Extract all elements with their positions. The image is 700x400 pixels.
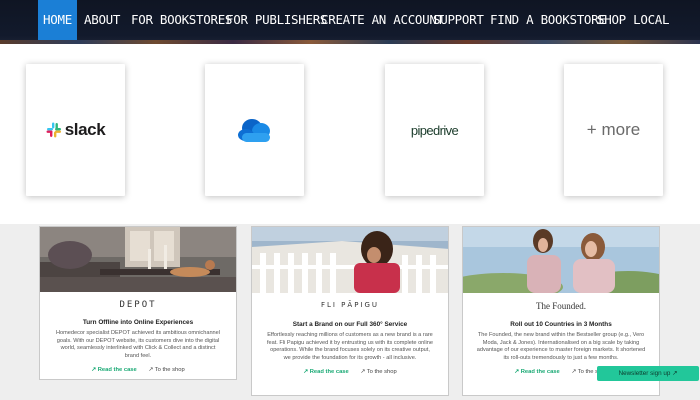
fli-papigu-content: FLI PĀPIGU Start a Brand on our Full 360… (252, 301, 448, 375)
slack-card[interactable]: slack (26, 64, 125, 196)
fli-papigu-brand: FLI PĀPIGU (320, 301, 380, 309)
pipedrive-wordmark: pipedrive (410, 122, 459, 138)
the-founded-headline: Roll out 10 Countries in 3 Months (510, 321, 612, 328)
depot-headline: Turn Offline into Online Experiences (82, 319, 194, 326)
top-navigation: HOME ABOUT FOR BOOKSTORES FOR PUBLISHERS… (0, 0, 700, 44)
nav-for-bookstores[interactable]: FOR BOOKSTORES (131, 0, 232, 40)
the-founded-image (463, 227, 659, 293)
fli-papigu-description: Effortlessly reaching millions of custom… (266, 332, 434, 361)
integrations-section: slack pipedrive + more (0, 44, 700, 224)
depot-links: ↗ Read the case ↗ To the shop (40, 367, 236, 373)
more-integrations-card[interactable]: + more (564, 64, 663, 196)
depot-brand: DEPOT (119, 300, 157, 310)
fli-papigu-image (252, 227, 448, 293)
more-label: + more (586, 120, 641, 139)
case-card-depot: DEPOT Turn Offline into Online Experienc… (39, 226, 237, 380)
the-founded-brand: The Founded. (536, 301, 586, 311)
onedrive-card[interactable] (205, 64, 304, 196)
the-founded-content: The Founded. Roll out 10 Countries in 3 … (463, 301, 659, 375)
slack-icon (46, 122, 61, 138)
nav-for-publishers[interactable]: FOR PUBLISHERS (226, 0, 327, 40)
fli-papigu-links: ↗ Read the case ↗ To the shop (252, 369, 448, 375)
slack-wordmark: slack (64, 120, 106, 139)
case-studies-section: DEPOT Turn Offline into Online Experienc… (0, 224, 700, 400)
depot-read-case-link[interactable]: ↗ Read the case (91, 367, 136, 373)
nav-create-account[interactable]: CREATE AN ACCOUNT (321, 0, 444, 40)
depot-shop-link[interactable]: ↗ To the shop (148, 367, 184, 373)
the-founded-description: The Founded, the new brand within the Be… (476, 332, 646, 361)
fli-papigu-read-case-link[interactable]: ↗ Read the case (303, 369, 348, 375)
case-card-fli-papigu: FLI PĀPIGU Start a Brand on our Full 360… (251, 226, 449, 396)
newsletter-signup-button[interactable]: Newsletter sign up ↗ (597, 366, 699, 381)
depot-content: DEPOT Turn Offline into Online Experienc… (40, 300, 236, 373)
fli-papigu-headline: Start a Brand on our Full 360° Service (292, 321, 408, 328)
nav-find-bookstore[interactable]: FIND A BOOKSTORE (490, 0, 606, 40)
onedrive-cloud-icon (237, 119, 270, 142)
nav-support[interactable]: SUPPORT (433, 0, 484, 40)
the-founded-read-case-link[interactable]: ↗ Read the case (514, 369, 559, 375)
pipedrive-card[interactable]: pipedrive (385, 64, 484, 196)
fli-papigu-shop-link[interactable]: ↗ To the shop (360, 369, 396, 375)
nav-about[interactable]: ABOUT (84, 0, 120, 40)
depot-description: Homedecor specialist DEPOT achieved its … (55, 330, 221, 359)
nav-home[interactable]: HOME (38, 0, 77, 40)
depot-image (40, 227, 236, 292)
nav-shop-local[interactable]: SHOP LOCAL (597, 0, 670, 40)
